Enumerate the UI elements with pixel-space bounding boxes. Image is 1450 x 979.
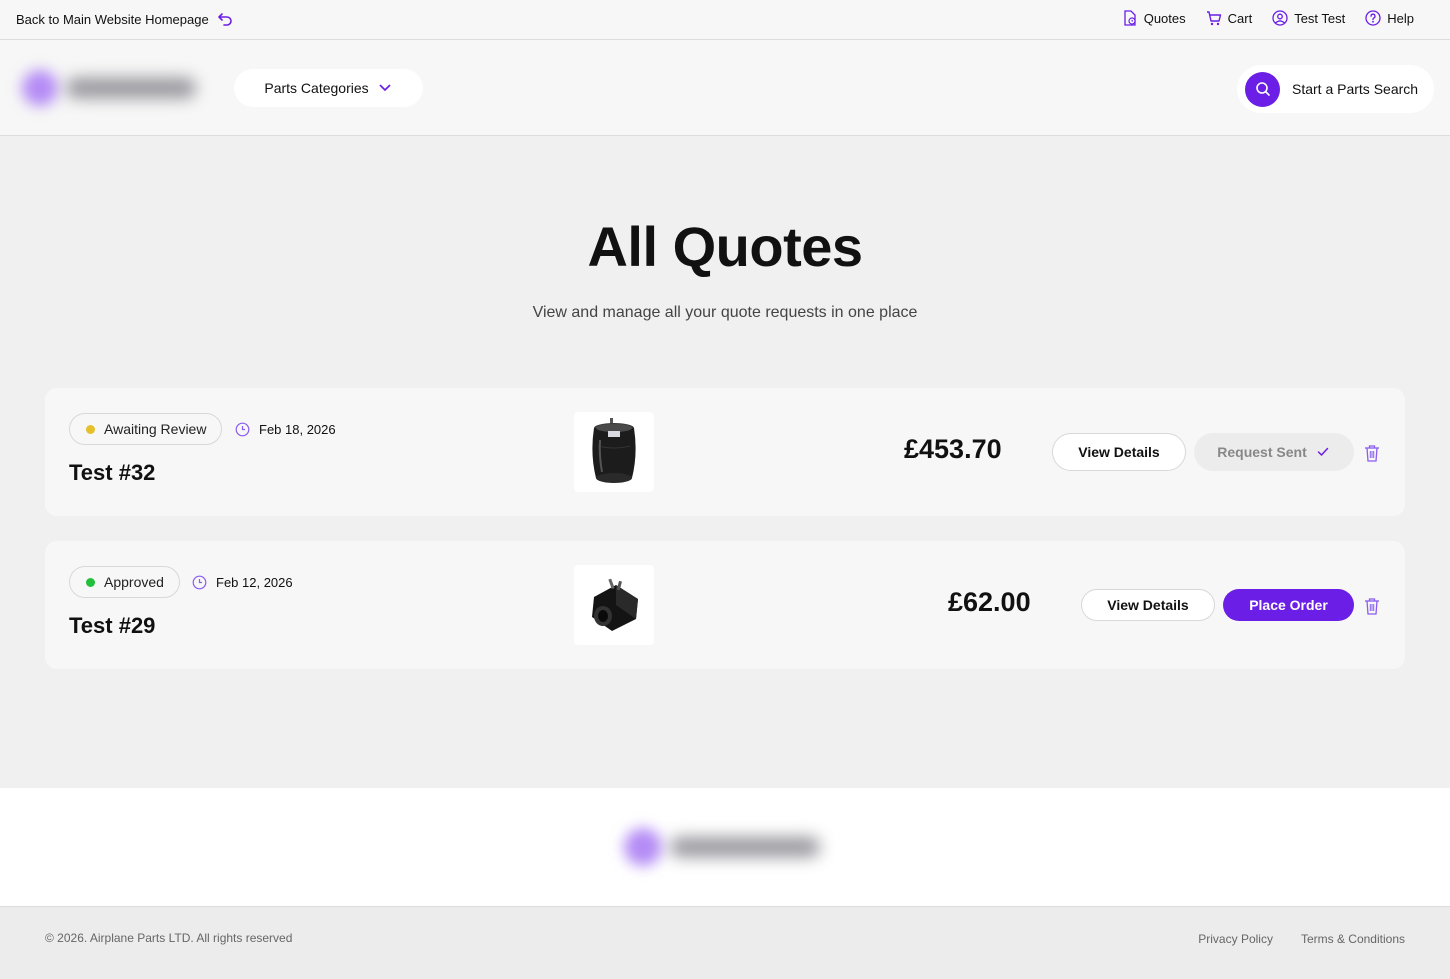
nav-account[interactable]: Test Test xyxy=(1272,10,1345,26)
site-logo[interactable] xyxy=(14,66,204,110)
quote-date: Feb 18, 2026 xyxy=(234,421,336,437)
parts-search-label: Start a Parts Search xyxy=(1292,81,1419,97)
return-arrow-icon xyxy=(217,11,233,27)
footer-logo-area xyxy=(0,788,1450,906)
utility-bar: Back to Main Website Homepage Quotes Car… xyxy=(0,0,1450,40)
quote-date-label: Feb 18, 2026 xyxy=(259,421,336,437)
parts-categories-label: Parts Categories xyxy=(264,80,369,96)
status-label: Awaiting Review xyxy=(104,421,207,437)
nav-quotes[interactable]: Quotes xyxy=(1122,10,1186,26)
parts-search-button[interactable]: Start a Parts Search xyxy=(1237,65,1434,113)
status-label: Approved xyxy=(104,574,164,590)
clock-icon xyxy=(234,421,250,437)
site-header: Parts Categories Start a Parts Search xyxy=(0,40,1450,136)
main-content: All Quotes View and manage all your quot… xyxy=(0,136,1450,788)
parts-categories-dropdown[interactable]: Parts Categories xyxy=(234,69,423,107)
nav-help[interactable]: Help xyxy=(1365,10,1414,26)
delete-quote-icon[interactable] xyxy=(1364,597,1380,615)
footer: © 2026. Airplane Parts LTD. All rights r… xyxy=(0,906,1450,979)
nav-help-label: Help xyxy=(1387,10,1414,26)
delete-quote-icon[interactable] xyxy=(1364,444,1380,462)
status-dot xyxy=(86,577,95,587)
solenoid-coil-part-image[interactable] xyxy=(574,565,654,645)
footer-links: Privacy Policy Terms & Conditions xyxy=(1198,932,1405,946)
copyright-text: © 2026. Airplane Parts LTD. All rights r… xyxy=(45,931,293,945)
quote-date-label: Feb 12, 2026 xyxy=(216,574,293,590)
quote-document-icon xyxy=(1122,10,1138,26)
nav-quotes-label: Quotes xyxy=(1143,10,1186,26)
footer-logo[interactable] xyxy=(618,824,828,868)
status-badge: Awaiting Review xyxy=(69,413,223,445)
quote-card: Awaiting Review Feb 18, 2026 Test #32 £4… xyxy=(45,388,1405,516)
quote-title: Test #29 xyxy=(69,613,156,638)
page-title: All Quotes xyxy=(587,215,863,278)
logo-wordmark xyxy=(66,78,196,98)
checkmark-icon xyxy=(1315,444,1331,460)
place-order-button[interactable]: Place Order xyxy=(1223,589,1354,621)
logo-mark xyxy=(22,70,58,106)
search-icon xyxy=(1245,71,1280,107)
quote-date: Feb 12, 2026 xyxy=(191,574,293,590)
nav-cart[interactable]: Cart xyxy=(1206,10,1253,26)
view-details-button[interactable]: View Details xyxy=(1052,433,1186,471)
terms-conditions-link[interactable]: Terms & Conditions xyxy=(1301,932,1405,946)
request-sent-label: Request Sent xyxy=(1217,444,1307,460)
status-badge: Approved xyxy=(69,566,180,598)
air-spring-part-image[interactable] xyxy=(574,412,654,492)
request-sent-button[interactable]: Request Sent xyxy=(1194,433,1354,471)
privacy-policy-link[interactable]: Privacy Policy xyxy=(1198,932,1273,946)
footer-logo-mark xyxy=(624,828,662,866)
page-subtitle: View and manage all your quote requests … xyxy=(532,304,918,321)
nav-cart-label: Cart xyxy=(1227,10,1253,26)
quote-price: £453.70 xyxy=(904,434,1002,464)
footer-logo-wordmark xyxy=(670,837,820,857)
status-dot xyxy=(86,424,95,434)
view-details-button[interactable]: View Details xyxy=(1081,589,1215,621)
quote-card: Approved Feb 12, 2026 Test #29 £62.00 Vi… xyxy=(45,541,1405,669)
quote-price: £62.00 xyxy=(948,587,1031,617)
quote-title: Test #32 xyxy=(69,460,156,485)
help-icon xyxy=(1365,10,1381,26)
user-icon xyxy=(1272,10,1288,26)
chevron-down-icon xyxy=(377,80,393,96)
clock-icon xyxy=(191,574,207,590)
nav-account-label: Test Test xyxy=(1294,10,1346,26)
cart-icon xyxy=(1206,10,1222,26)
view-details-label: View Details xyxy=(1107,597,1189,613)
place-order-label: Place Order xyxy=(1249,597,1328,613)
view-details-label: View Details xyxy=(1078,444,1160,460)
back-link-label: Back to Main Website Homepage xyxy=(16,11,209,27)
back-to-homepage-link[interactable]: Back to Main Website Homepage xyxy=(16,11,233,27)
top-nav: Quotes Cart Test Test Help xyxy=(1122,10,1414,26)
